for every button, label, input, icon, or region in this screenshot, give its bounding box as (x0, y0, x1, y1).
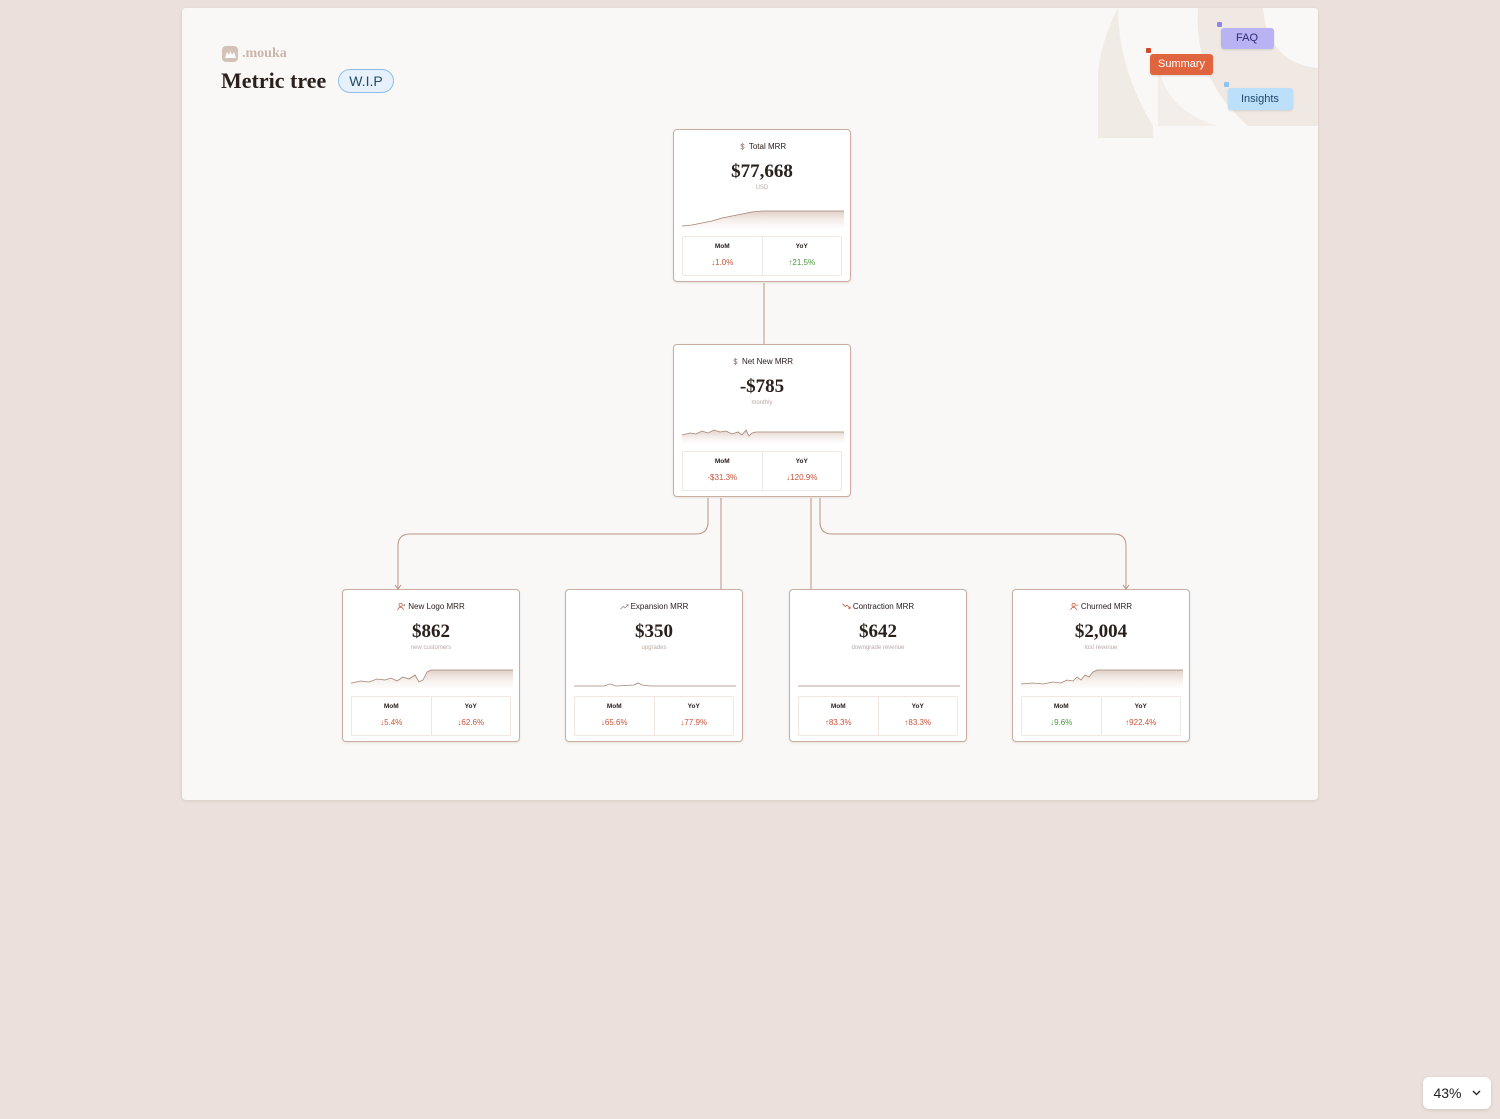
stat-yoy: YoY ↓62.6% (430, 697, 511, 735)
card-header: Contraction MRR (790, 602, 966, 611)
card-stats: MoM ↓9.6% YoY ↑922.4% (1021, 696, 1181, 736)
stat-value: ↓5.4% (380, 718, 403, 727)
card-title: Net New MRR (741, 357, 794, 366)
stat-value: ↑83.3% (904, 718, 932, 727)
metric-card-churned-mrr[interactable]: Churned MRR $2,004 lost revenue MoM ↓9.6… (1012, 589, 1190, 742)
card-value: $2,004 (1074, 621, 1128, 642)
sparkline (682, 210, 844, 228)
card-title: Expansion MRR (630, 602, 689, 611)
stat-label: YoY (795, 458, 808, 465)
stat-value: ↑83.3% (824, 718, 852, 727)
card-subtitle: USD (755, 185, 769, 191)
connector-to-churned (819, 498, 1127, 589)
card-stats: MoM ↓5.4% YoY ↓62.6% (351, 696, 511, 736)
stat-value: ↓65.6% (600, 718, 628, 727)
stat-mom: MoM ↑83.3% (799, 697, 878, 735)
stat-value: ↑21.5% (788, 258, 816, 267)
dollar-icon (740, 142, 745, 151)
card-header: Net New MRR (674, 357, 850, 366)
stat-mom: MoM ↓9.6% (1022, 697, 1101, 735)
stat-value: ↓120.9% (786, 473, 818, 482)
card-stats: MoM ↑83.3% YoY ↑83.3% (798, 696, 958, 736)
stat-value: ↓9.6% (1050, 718, 1073, 727)
stat-mom: MoM ↓1.0% (683, 237, 762, 275)
stat-mom: MoM -$31.3% (683, 452, 762, 490)
stat-label: MoM (714, 458, 730, 465)
chevron-down-icon (1472, 1090, 1480, 1096)
zoom-control[interactable]: 43% (1423, 1077, 1491, 1109)
stat-label: MoM (383, 703, 399, 710)
card-subtitle: monthly (751, 400, 773, 406)
stat-label: YoY (911, 703, 924, 710)
card-title: Churned MRR (1080, 602, 1133, 611)
metric-card-expansion-mrr[interactable]: Expansion MRR $350 upgrades MoM ↓65.6% Y… (565, 589, 743, 742)
stat-value: ↑922.4% (1125, 718, 1157, 727)
stat-yoy: YoY ↓120.9% (761, 452, 842, 490)
dollar-icon (733, 357, 738, 366)
stat-label: YoY (795, 243, 808, 250)
user-minus-icon (1070, 602, 1079, 611)
stat-mom: MoM ↓65.6% (575, 697, 654, 735)
card-header: Total MRR (674, 142, 850, 151)
stat-yoy: YoY ↑83.3% (877, 697, 958, 735)
stat-value: -$31.3% (707, 473, 738, 482)
stat-value: ↓1.0% (711, 258, 734, 267)
card-header: Churned MRR (1013, 602, 1189, 611)
zoom-level: 43% (1433, 1085, 1462, 1101)
stat-label: YoY (687, 703, 700, 710)
sparkline (574, 682, 736, 687)
card-value: -$785 (739, 376, 785, 397)
sparkline (1021, 669, 1183, 688)
trend-down-icon (841, 603, 851, 609)
stat-yoy: YoY ↑922.4% (1100, 697, 1181, 735)
card-header: Expansion MRR (566, 602, 742, 611)
metric-card-net-new-mrr[interactable]: Net New MRR -$785 monthly MoM -$31.3% Yo… (673, 344, 851, 497)
card-value: $642 (859, 621, 897, 642)
stat-value: ↓77.9% (680, 718, 708, 727)
trend-up-icon (619, 604, 629, 610)
card-value: $350 (635, 621, 673, 642)
card-value: $862 (412, 621, 450, 642)
card-stats: MoM -$31.3% YoY ↓120.9% (682, 451, 842, 491)
sparkline (682, 429, 844, 443)
stat-label: MoM (1053, 703, 1069, 710)
card-subtitle: lost revenue (1084, 645, 1118, 651)
card-title: Contraction MRR (852, 602, 915, 611)
stat-label: MoM (606, 703, 622, 710)
sparkline (351, 669, 513, 688)
user-plus-icon (397, 602, 406, 611)
stat-yoy: YoY ↓77.9% (653, 697, 734, 735)
metric-card-contraction-mrr[interactable]: Contraction MRR $642 downgrade revenue M… (789, 589, 967, 742)
sparkline (798, 685, 960, 687)
stat-value: ↓62.6% (457, 718, 485, 727)
metric-card-new-logo-mrr[interactable]: New Logo MRR $862 new customers MoM ↓5.4… (342, 589, 520, 742)
card-stats: MoM ↓65.6% YoY ↓77.9% (574, 696, 734, 736)
metric-card-total-mrr[interactable]: Total MRR $77,668 USD MoM ↓1.0% YoY ↑21.… (673, 129, 851, 282)
card-title: New Logo MRR (408, 602, 465, 611)
card-header: New Logo MRR (343, 602, 519, 611)
connector-to-new-logo (397, 498, 709, 589)
card-title: Total MRR (748, 142, 787, 151)
metric-tree-canvas[interactable]: .mouka Metric tree W.I.P FAQ Summary Ins… (182, 8, 1318, 800)
card-stats: MoM ↓1.0% YoY ↑21.5% (682, 236, 842, 276)
stat-label: MoM (714, 243, 730, 250)
stat-label: YoY (1134, 703, 1147, 710)
stat-label: YoY (464, 703, 477, 710)
stat-mom: MoM ↓5.4% (352, 697, 431, 735)
card-subtitle: upgrades (641, 645, 667, 651)
card-subtitle: downgrade revenue (851, 645, 905, 651)
stat-label: MoM (830, 703, 846, 710)
card-subtitle: new customers (410, 645, 452, 651)
stat-yoy: YoY ↑21.5% (761, 237, 842, 275)
card-value: $77,668 (731, 161, 793, 182)
